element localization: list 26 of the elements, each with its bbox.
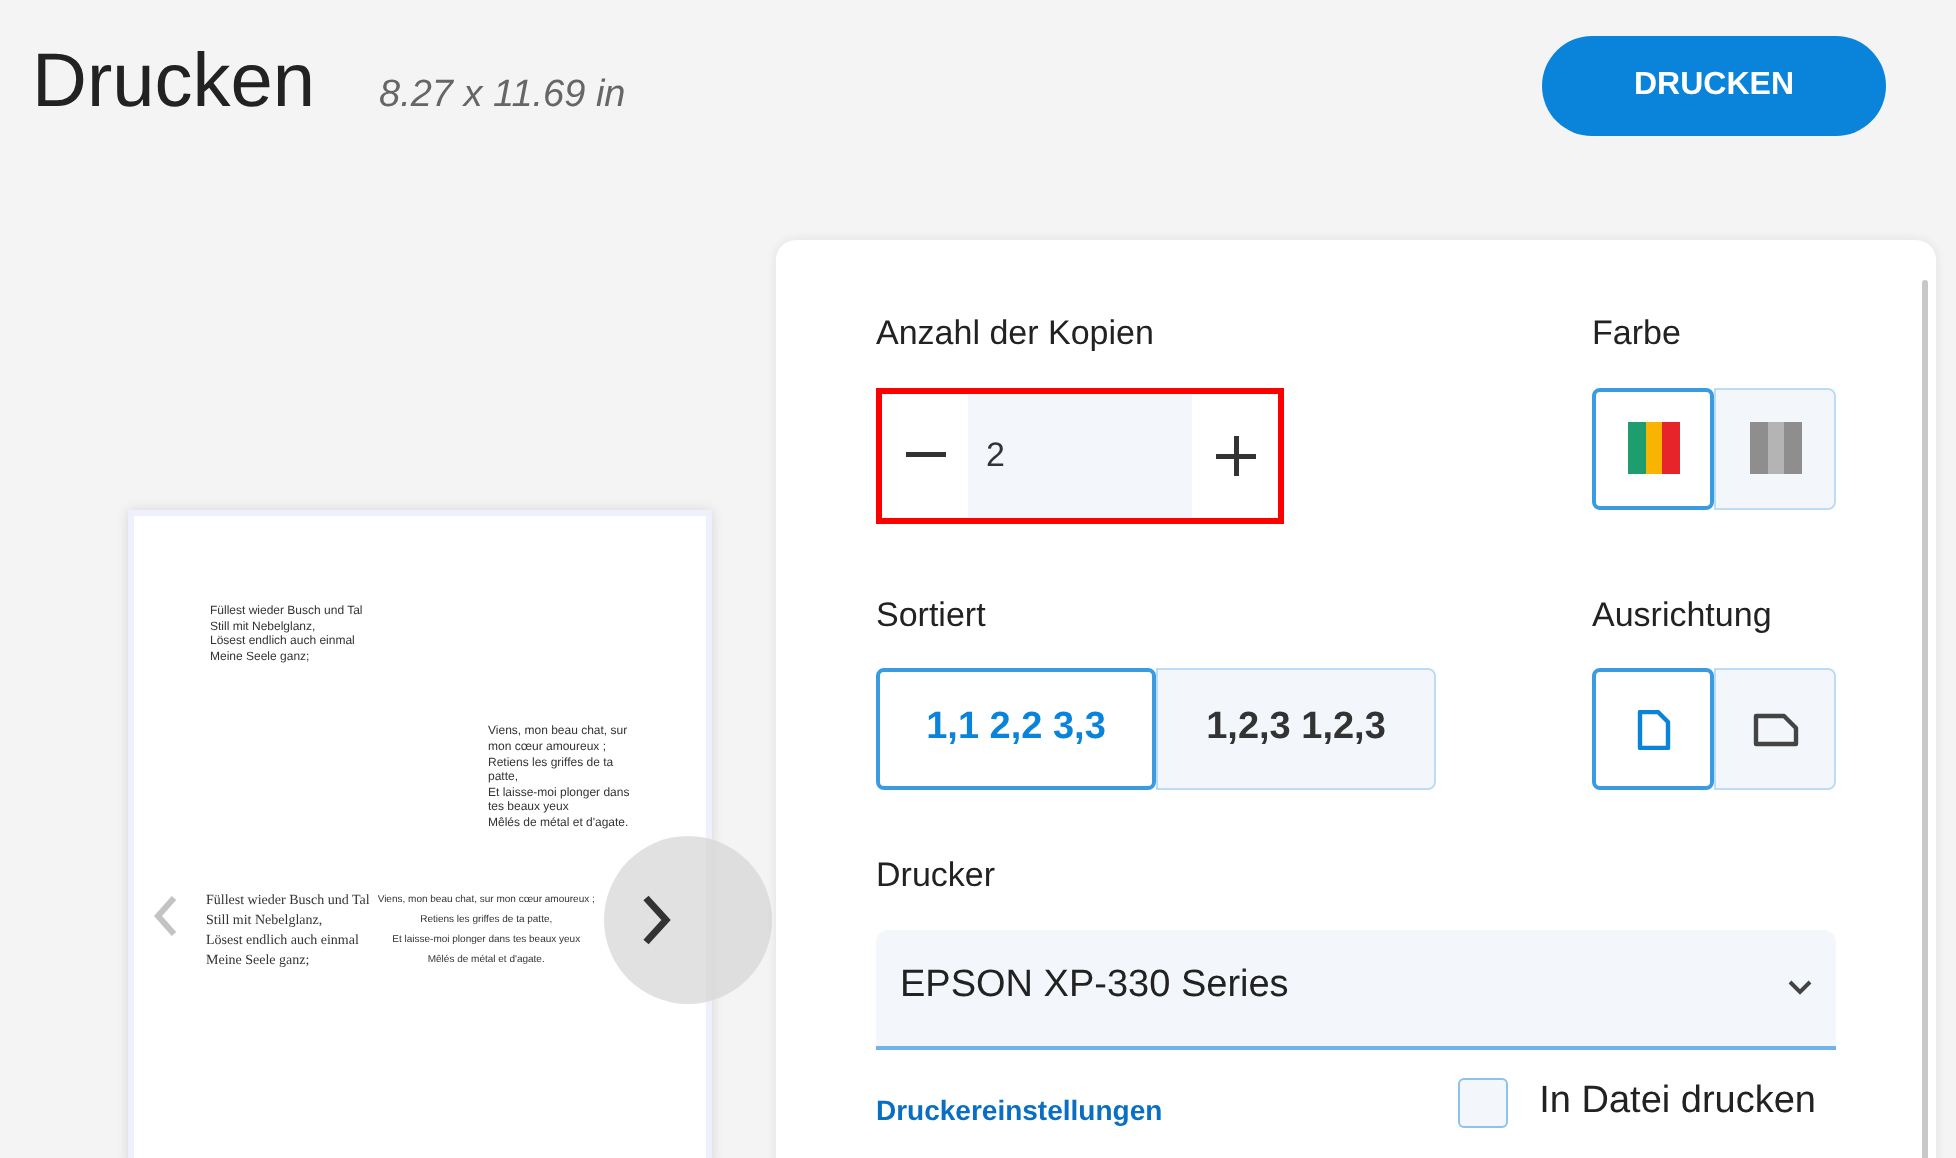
chevron-left-icon: [152, 893, 180, 938]
toggle-option[interactable]: [1592, 668, 1714, 790]
checkbox[interactable]: [1457, 1077, 1508, 1127]
collate-option[interactable]: 1,1 2,2 3,3: [876, 668, 1156, 790]
color-label: Farbe: [1592, 312, 1683, 356]
copies-label: Anzahl der Kopien: [876, 312, 1156, 356]
scrollbar[interactable]: [1922, 280, 1928, 1158]
checkbox-label: In Datei drucken: [1539, 1077, 1816, 1126]
collate-label: Sortiert: [876, 593, 988, 637]
printer-settings-link[interactable]: Druckereinstellungen: [876, 1089, 1163, 1131]
collate-option[interactable]: 1,2,3 1,2,3: [1156, 668, 1436, 790]
landscape-page-icon: [1751, 711, 1799, 747]
print-button[interactable]: DRUCKEN: [1542, 36, 1886, 136]
chevron-right-icon: [640, 892, 672, 948]
portrait-page-icon: [1635, 709, 1671, 749]
printer-label: Drucker: [876, 854, 998, 898]
grayscale-stripes-icon: [1749, 422, 1801, 474]
copies-field[interactable]: 2: [968, 393, 1192, 517]
printer-value: EPSON XP-330 Series: [900, 962, 1289, 1011]
printer-select[interactable]: EPSON XP-330 Series: [876, 929, 1836, 1049]
color-stripes-icon: [1627, 422, 1679, 474]
toggle-option[interactable]: [1592, 387, 1714, 509]
chevron-down-icon: [1788, 979, 1812, 995]
orientation-label: Ausrichtung: [1592, 593, 1774, 637]
page-size: 8.27 x 11.69 in: [379, 72, 626, 120]
page-title: Drucken: [32, 38, 315, 128]
